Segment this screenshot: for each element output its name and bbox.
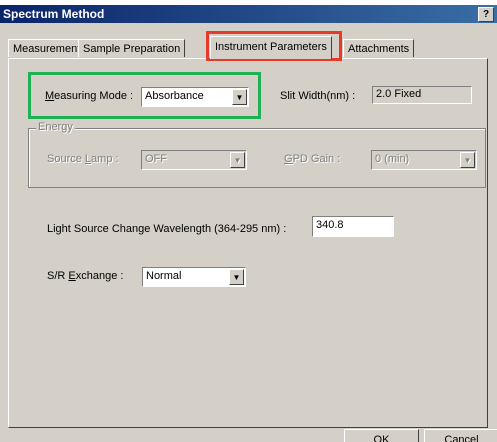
- energy-group-label: Energy: [36, 121, 75, 133]
- sr-exchange-label: S/R Exchange :: [47, 270, 124, 282]
- light-source-change-value: 340.8: [316, 219, 344, 231]
- tab-sample-preparation[interactable]: Sample Preparation: [78, 39, 186, 57]
- slit-width-field: 2.0 Fixed: [372, 86, 472, 104]
- sr-exchange-value: Normal: [146, 270, 182, 282]
- slit-width-label: Slit Width(nm) :: [280, 90, 356, 102]
- chevron-down-icon: ▼: [460, 152, 475, 168]
- tab-attachments[interactable]: Attachments: [343, 39, 415, 57]
- slit-width-value: 2.0 Fixed: [376, 88, 422, 100]
- source-lamp-value: OFF: [145, 153, 167, 165]
- measuring-mode-value: Absorbance: [145, 90, 204, 102]
- instrument-parameters-panel: [8, 58, 488, 428]
- tab-instrument-parameters[interactable]: Instrument Parameters: [210, 36, 332, 59]
- help-button[interactable]: ?: [478, 7, 494, 22]
- cancel-button[interactable]: Cancel: [424, 429, 497, 442]
- light-source-change-input[interactable]: 340.8: [312, 216, 394, 237]
- sr-exchange-select[interactable]: Normal ▼: [142, 267, 246, 287]
- dialog-title: Spectrum Method: [3, 7, 105, 21]
- source-lamp-select: OFF ▼: [141, 150, 247, 170]
- gpd-gain-label: GPD Gain :: [284, 153, 341, 165]
- measuring-mode-select[interactable]: Absorbance ▼: [141, 87, 249, 107]
- ok-button[interactable]: OK: [344, 429, 419, 442]
- source-lamp-label: Source Lamp :: [47, 153, 119, 165]
- chevron-down-icon[interactable]: ▼: [229, 269, 244, 285]
- gpd-gain-select: 0 (min) ▼: [371, 150, 477, 170]
- title-bar: Spectrum Method ?: [0, 5, 497, 23]
- tab-measurement[interactable]: Measurement: [8, 39, 86, 57]
- chevron-down-icon[interactable]: ▼: [232, 89, 247, 105]
- measuring-mode-label: Measuring Mode :: [45, 90, 134, 102]
- chevron-down-icon: ▼: [230, 152, 245, 168]
- gpd-gain-value: 0 (min): [375, 153, 410, 165]
- spectrum-method-dialog: Spectrum Method ? Measurement Sample Pre…: [0, 5, 497, 442]
- light-source-change-label: Light Source Change Wavelength (364-295 …: [47, 223, 287, 235]
